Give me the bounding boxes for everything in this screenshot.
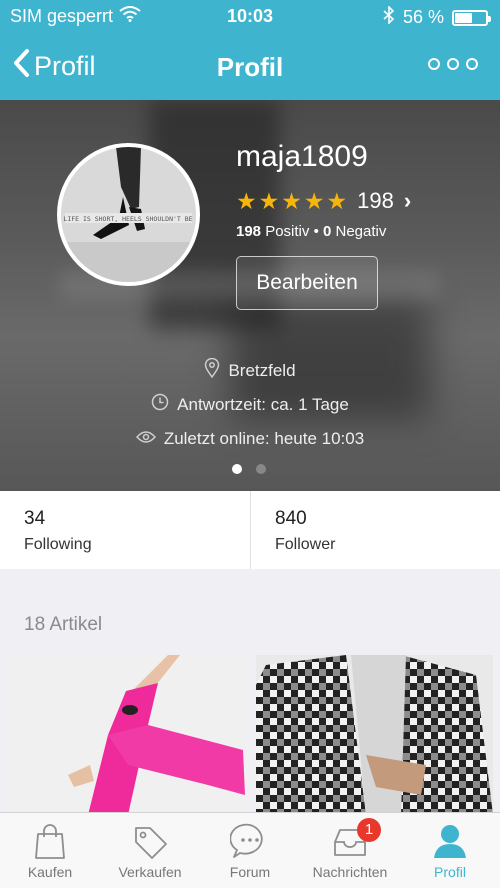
tab-label: Forum (229, 864, 271, 880)
follower-count: 840 (275, 508, 307, 529)
chevron-left-icon (12, 48, 30, 85)
unread-badge: 1 (357, 818, 381, 842)
last-online-row: Zuletzt online: heute 10:03 (0, 429, 500, 449)
last-online-text: Zuletzt online: heute 10:03 (163, 429, 365, 448)
page-dot[interactable] (232, 464, 242, 474)
positive-label: Positiv (265, 223, 310, 240)
follow-stats: 34 Following 840 Follower (0, 491, 500, 569)
shopping-bag-icon (30, 822, 70, 860)
following-count: 34 (24, 508, 46, 529)
response-time-text: Antwortzeit: ca. 1 Tage (177, 394, 349, 414)
item-photo-pink-leggings (8, 655, 245, 815)
response-time-row: Antwortzeit: ca. 1 Tage (0, 393, 500, 416)
following-label: Following (24, 536, 92, 553)
tab-bar: Kaufen Verkaufen Forum 1 Nachrichten Pro… (0, 812, 500, 888)
more-dot-icon (447, 58, 459, 70)
tab-label: Nachrichten (312, 864, 388, 880)
back-label: Profil (34, 51, 96, 81)
rating-count: 198 (357, 188, 394, 213)
tab-forum[interactable]: Forum (200, 813, 300, 888)
bluetooth-icon (383, 5, 395, 29)
more-options-button[interactable] (428, 58, 478, 70)
price-tag-icon (130, 822, 170, 860)
avatar-photo: LIFE IS SHORT, HEELS SHOULDN'T BE (61, 147, 196, 282)
profile-hero[interactable]: LIFE IS SHORT, HEELS SHOULDN'T BE maja18… (0, 100, 500, 491)
negative-count: 0 (322, 223, 332, 240)
top-header: SIM gesperrt 10:03 56 % Profil Profil (0, 0, 500, 100)
item-photo-check-coat (256, 655, 493, 815)
tab-kaufen[interactable]: Kaufen (0, 813, 100, 888)
follower-stat[interactable]: 840 Follower (250, 491, 500, 569)
positive-count: 198 (236, 223, 262, 240)
page-indicator[interactable] (232, 464, 266, 474)
items-section-title: 18 Artikel (24, 614, 103, 635)
tab-nachrichten[interactable]: 1 Nachrichten (300, 813, 400, 888)
page-dot[interactable] (256, 464, 266, 474)
tab-label: Verkaufen (118, 864, 182, 880)
separator-dot: • (313, 223, 323, 240)
following-stat[interactable]: 34 Following (0, 491, 250, 569)
back-button[interactable]: Profil (12, 48, 96, 85)
edit-profile-button[interactable]: Bearbeiten (236, 256, 378, 310)
chat-bubble-icon (230, 822, 270, 860)
item-card[interactable] (8, 655, 245, 815)
battery-icon (452, 9, 491, 26)
star-icon: ★ (303, 187, 325, 214)
item-card[interactable] (256, 655, 493, 815)
location-text: Bretzfeld (228, 360, 296, 380)
location-row: Bretzfeld (0, 357, 500, 383)
more-dot-icon (466, 58, 478, 70)
star-icon: ★ (258, 187, 280, 214)
wifi-icon (119, 6, 141, 27)
carrier-label: SIM gesperrt (10, 6, 114, 26)
username: maja1809 (236, 140, 368, 173)
star-icon: ★ (281, 187, 302, 214)
battery-percent: 56 % (402, 7, 444, 27)
avatar-caption: LIFE IS SHORT, HEELS SHOULDN'T BE (63, 215, 192, 223)
avatar[interactable]: LIFE IS SHORT, HEELS SHOULDN'T BE (57, 143, 200, 286)
navigation-bar: Profil Profil (0, 34, 500, 100)
tab-label: Profil (434, 864, 466, 880)
tab-verkaufen[interactable]: Verkaufen (100, 813, 200, 888)
eye-icon (135, 430, 156, 449)
follower-label: Follower (275, 536, 336, 553)
person-icon (430, 822, 470, 860)
rating-stars: ★ ★ ★ ★ ★ (236, 187, 348, 214)
rating-button[interactable]: ★ ★ ★ ★ ★ 198 › (236, 188, 411, 214)
star-icon: ★ (326, 187, 348, 214)
tab-profil[interactable]: Profil (400, 813, 500, 888)
clock-icon (151, 393, 169, 416)
chevron-right-icon: › (403, 188, 412, 213)
negative-label: Negativ (335, 223, 387, 240)
status-bar: SIM gesperrt 10:03 56 % (0, 0, 500, 34)
more-dot-icon (428, 58, 440, 70)
battery-fill (455, 12, 472, 23)
star-icon: ★ (236, 187, 257, 214)
tab-label: Kaufen (27, 864, 73, 880)
feedback-summary: 198 Positiv • 0 Negativ (236, 223, 386, 240)
location-pin-icon (204, 357, 220, 383)
